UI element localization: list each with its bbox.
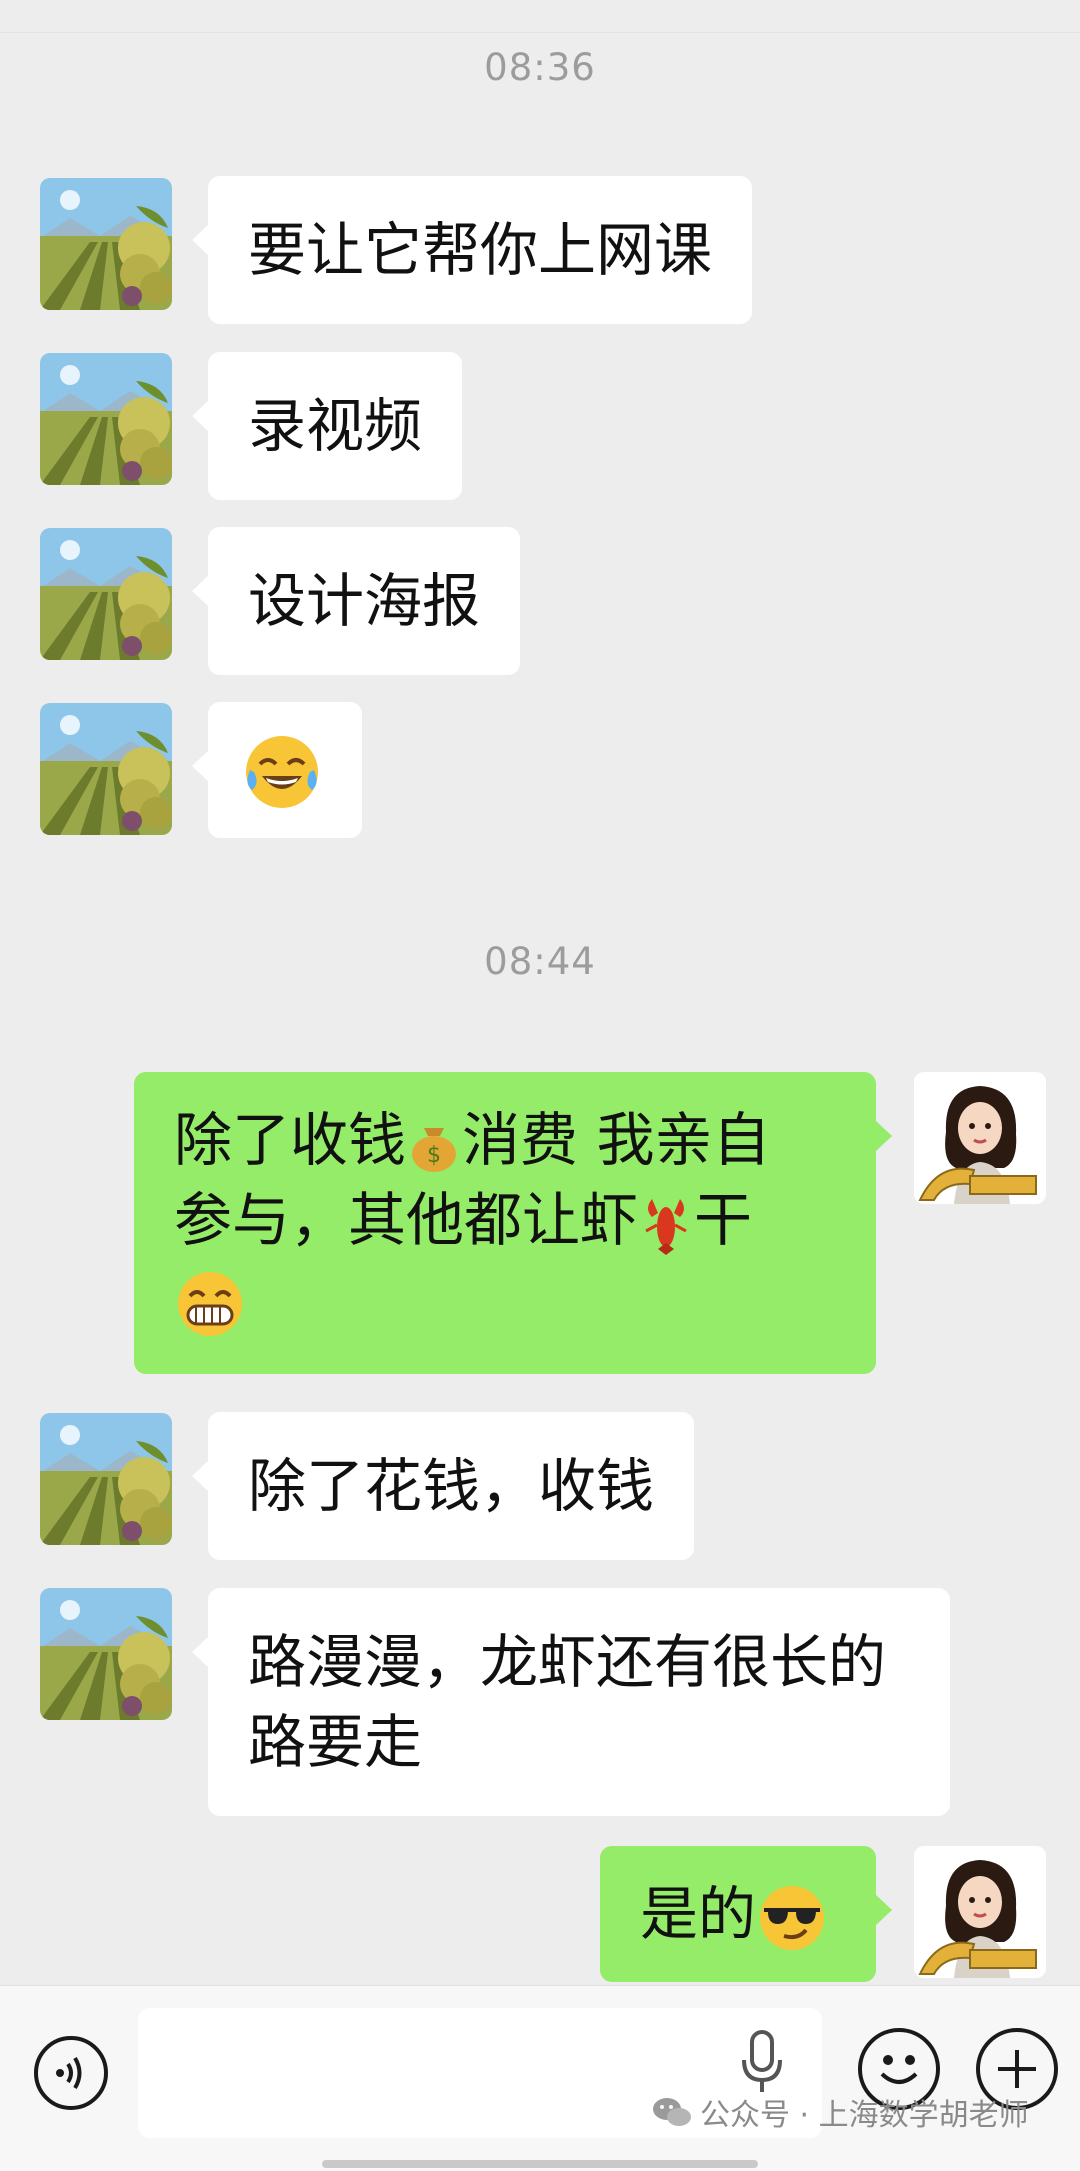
- message-text: 要让它帮你上网课: [248, 216, 713, 284]
- money-bag-emoji-icon: $: [412, 1127, 457, 1172]
- message-bubble[interactable]: 设计海报: [191, 527, 521, 675]
- message-text: 录视频: [248, 392, 423, 460]
- teacher-avatar-image: [914, 1846, 1046, 1978]
- svg-text:$: $: [427, 1143, 441, 1168]
- message-line: 除了收钱 $ 消费 我亲自: [174, 1106, 771, 1174]
- message-bubble[interactable]: 除了收钱 $ 消费 我亲自 参与，其他都让虾干: [134, 1072, 892, 1374]
- tears-of-joy-emoji-icon: [246, 735, 318, 808]
- vineyard-avatar-image: [40, 703, 172, 835]
- message-text: 除了花钱，收钱: [248, 1452, 655, 1520]
- lobster-emoji-icon: [645, 1198, 687, 1255]
- message-line: 路要走: [248, 1708, 423, 1776]
- mic-icon: [742, 2030, 782, 2092]
- message-line: [174, 1260, 836, 1340]
- watermark-text: 公众号 · 上海数学胡老师: [700, 2098, 1029, 2133]
- vineyard-avatar-image: [40, 353, 172, 485]
- vineyard-avatar-image: [40, 528, 172, 660]
- wechat-icon: [653, 2098, 691, 2126]
- vineyard-avatar-image: [40, 178, 172, 310]
- mic-button[interactable]: [738, 2028, 786, 2098]
- timestamp: 08:44: [484, 940, 596, 983]
- input-bar: 公众号 · 上海数学胡老师: [0, 1985, 1080, 2171]
- message-bubble[interactable]: [192, 702, 362, 838]
- contact-avatar[interactable]: [40, 1588, 172, 1720]
- message-line: 是的: [640, 1874, 836, 1954]
- home-indicator[interactable]: [322, 2160, 758, 2168]
- contact-avatar[interactable]: [40, 1413, 172, 1545]
- timestamp: 08:36: [484, 46, 596, 89]
- contact-avatar[interactable]: [40, 178, 172, 310]
- teacher-avatar-image: [914, 1072, 1046, 1204]
- top-edge: [0, 0, 1080, 33]
- message-bubble[interactable]: 要让它帮你上网课: [191, 176, 753, 324]
- voice-icon: [56, 2056, 82, 2090]
- contact-avatar[interactable]: [40, 703, 172, 835]
- message-line: 路漫漫，龙虾还有很长的: [248, 1628, 887, 1696]
- user-avatar[interactable]: [914, 1846, 1046, 1978]
- voice-button[interactable]: [34, 2036, 108, 2110]
- message-bubble[interactable]: 除了花钱，收钱: [191, 1412, 695, 1560]
- contact-avatar[interactable]: [40, 353, 172, 485]
- vineyard-avatar-image: [40, 1588, 172, 1720]
- grinning-emoji-icon: [178, 1271, 242, 1336]
- message-bubble[interactable]: 路漫漫，龙虾还有很长的 路要走: [192, 1588, 950, 1816]
- vineyard-avatar-image: [40, 1413, 172, 1545]
- message-bubble[interactable]: 是的: [600, 1846, 892, 1982]
- contact-avatar[interactable]: [40, 528, 172, 660]
- user-avatar[interactable]: [914, 1072, 1046, 1204]
- message-bubble[interactable]: 录视频: [191, 352, 463, 500]
- watermark: 公众号 · 上海数学胡老师: [652, 2090, 1029, 2134]
- message-line: 参与，其他都让虾干: [174, 1180, 836, 1260]
- sunglasses-emoji-icon: [760, 1885, 825, 1950]
- message-text: 设计海报: [248, 567, 481, 635]
